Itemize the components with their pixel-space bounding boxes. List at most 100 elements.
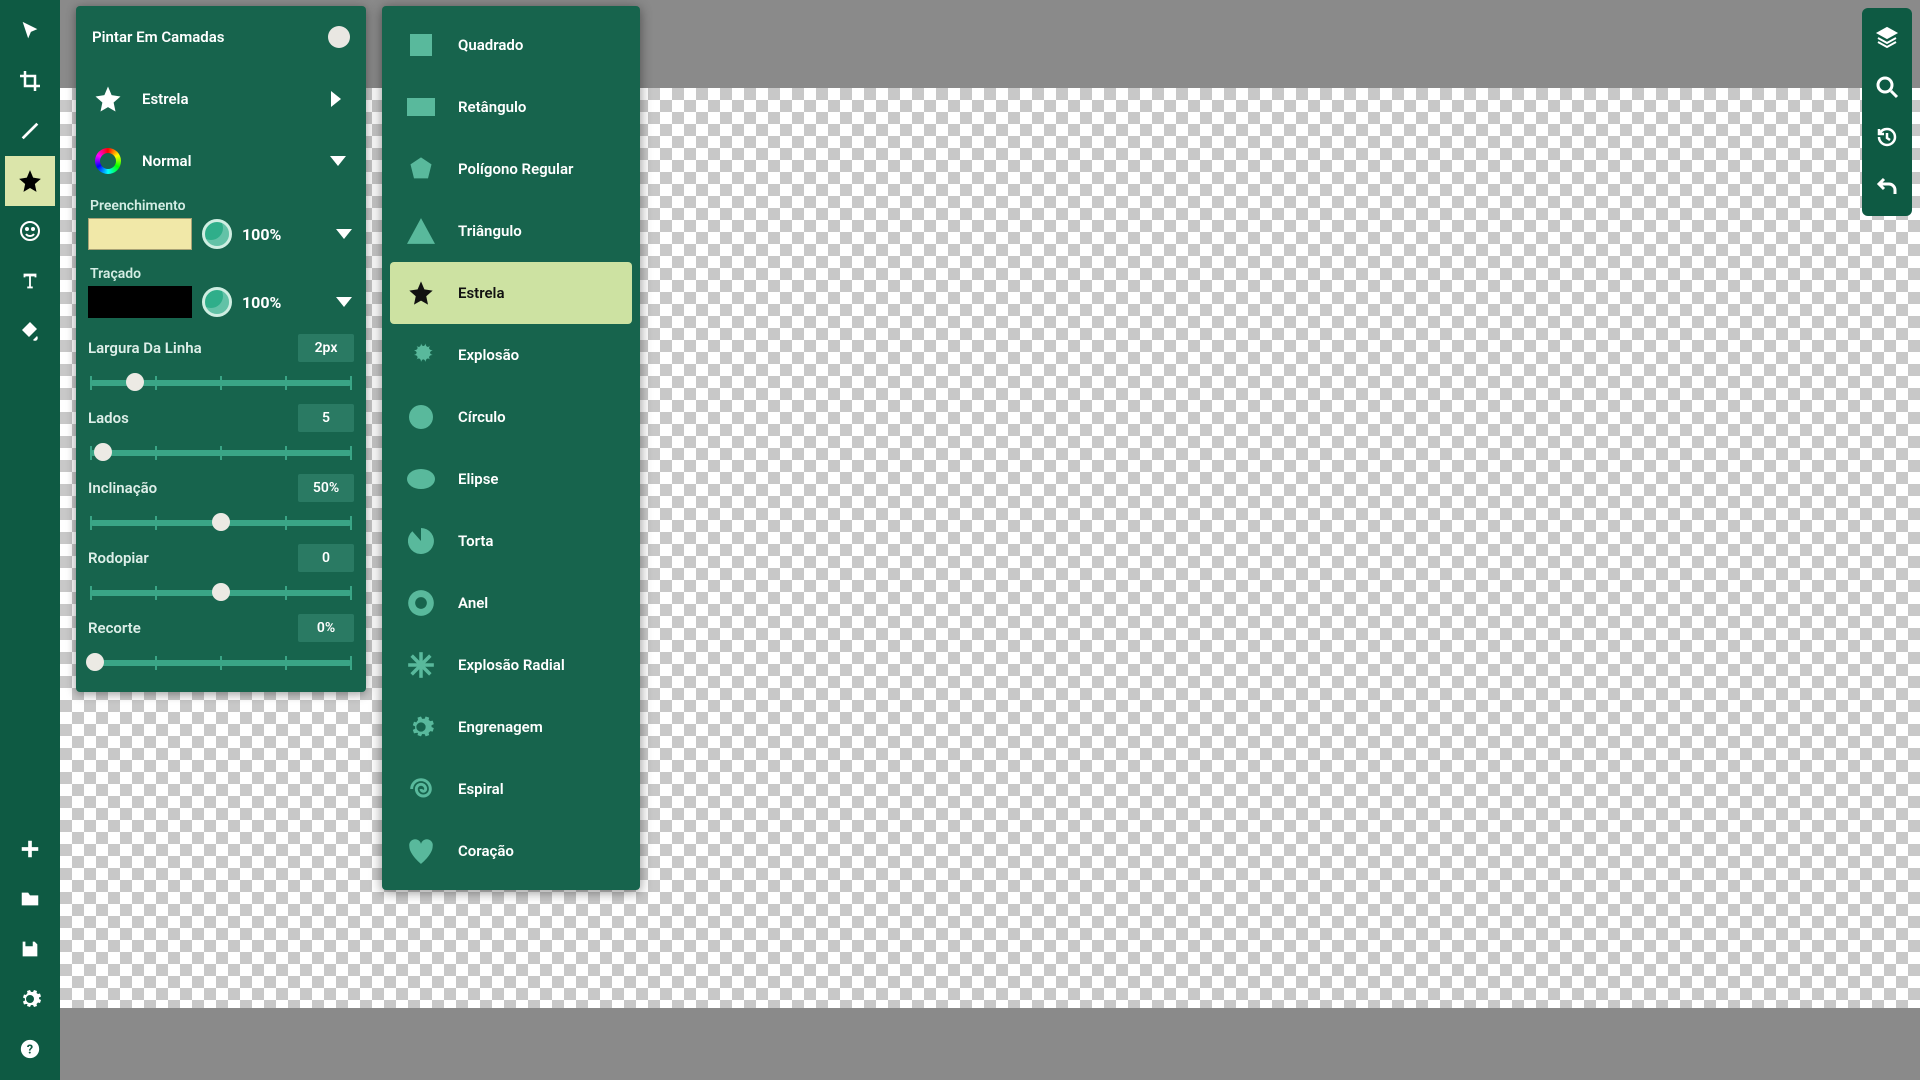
param-label: Recorte (88, 619, 141, 637)
paint-in-layers-label: Pintar Em Camadas (92, 28, 328, 46)
param-slider[interactable] (90, 518, 352, 528)
gear-icon (406, 712, 436, 742)
param-slider[interactable] (90, 588, 352, 598)
tool-folder[interactable] (5, 874, 55, 924)
circle-icon (406, 402, 436, 432)
shape-item-label: Elipse (458, 470, 498, 488)
svg-text:?: ? (27, 1043, 33, 1058)
param-value[interactable]: 0% (298, 614, 354, 642)
tool-emoji[interactable] (5, 206, 55, 256)
opacity-icon[interactable] (202, 219, 232, 249)
chevron-right-icon (330, 91, 350, 107)
param-label: Lados (88, 409, 129, 427)
shape-item-heart[interactable]: Coração (390, 820, 632, 882)
tool-settings[interactable] (5, 974, 55, 1024)
shape-item-label: Explosão (458, 346, 519, 364)
shape-item-label: Polígono Regular (458, 160, 573, 178)
shape-item-radial[interactable]: Explosão Radial (390, 634, 632, 696)
pie-icon (406, 526, 436, 556)
shape-item-pie[interactable]: Torta (390, 510, 632, 572)
param-value[interactable]: 2px (298, 334, 354, 362)
stroke-title: Traçado (88, 262, 354, 284)
shape-item-label: Engrenagem (458, 718, 543, 736)
shape-item-label: Torta (458, 532, 493, 550)
heart-icon (406, 836, 436, 866)
shape-item-label: Explosão Radial (458, 656, 565, 674)
param-value[interactable]: 5 (298, 404, 354, 432)
shape-item-square[interactable]: Quadrado (390, 14, 632, 76)
blend-mode-row[interactable]: Normal (76, 130, 366, 192)
ring-icon (406, 588, 436, 618)
shape-item-label: Retângulo (458, 98, 526, 116)
param-4: Recorte 0% (76, 608, 366, 668)
param-slider[interactable] (90, 378, 352, 388)
shape-item-gear[interactable]: Engrenagem (390, 696, 632, 758)
stroke-opacity-value: 100% (242, 293, 281, 312)
star-icon (92, 83, 124, 115)
tool-options-panel: Pintar Em Camadas Estrela Normal Preench… (76, 6, 366, 692)
rect-icon (406, 92, 436, 122)
tool-pointer[interactable] (5, 6, 55, 56)
shape-picker-row[interactable]: Estrela (76, 68, 366, 130)
zoom-button[interactable] (1862, 62, 1912, 112)
chevron-down-icon[interactable] (336, 297, 352, 307)
tool-save[interactable] (5, 924, 55, 974)
tool-text[interactable] (5, 256, 55, 306)
param-value[interactable]: 50% (298, 474, 354, 502)
rgb-icon (92, 145, 124, 177)
shape-item-star[interactable]: Estrela (390, 262, 632, 324)
param-0: Largura Da Linha 2px (76, 328, 366, 388)
chevron-down-icon (330, 156, 350, 166)
param-value[interactable]: 0 (298, 544, 354, 572)
shape-item-burst[interactable]: Explosão (390, 324, 632, 386)
tool-shape[interactable] (5, 156, 55, 206)
fill-swatch[interactable] (88, 218, 192, 250)
stroke-swatch[interactable] (88, 286, 192, 318)
param-label: Inclinação (88, 479, 157, 497)
param-2: Inclinação 50% (76, 468, 366, 528)
shape-item-label: Quadrado (458, 36, 523, 54)
param-slider[interactable] (90, 448, 352, 458)
left-toolbar: ? (0, 0, 60, 1080)
ellipse-icon (406, 464, 436, 494)
toggle-paint-in-layers[interactable]: Pintar Em Camadas (76, 6, 366, 68)
fill-section: Preenchimento 100% (76, 192, 366, 260)
param-label: Largura Da Linha (88, 339, 202, 357)
param-slider[interactable] (90, 658, 352, 668)
shape-item-rect[interactable]: Retângulo (390, 76, 632, 138)
triangle-icon (406, 216, 436, 246)
shape-item-spiral[interactable]: Espiral (390, 758, 632, 820)
undo-button[interactable] (1862, 162, 1912, 212)
star-icon (406, 278, 436, 308)
shape-item-circle[interactable]: Círculo (390, 386, 632, 448)
shape-item-label: Coração (458, 842, 514, 860)
shape-item-label: Espiral (458, 780, 504, 798)
opacity-icon[interactable] (202, 287, 232, 317)
tool-help[interactable]: ? (5, 1024, 55, 1074)
shape-item-triangle[interactable]: Triângulo (390, 200, 632, 262)
stroke-section: Traçado 100% (76, 260, 366, 328)
toggle-indicator-icon (328, 26, 350, 48)
history-button[interactable] (1862, 112, 1912, 162)
burst-icon (406, 340, 436, 370)
blend-mode-label: Normal (142, 152, 330, 170)
param-3: Rodopiar 0 (76, 538, 366, 598)
layers-button[interactable] (1862, 12, 1912, 62)
param-label: Rodopiar (88, 549, 149, 567)
shape-item-ring[interactable]: Anel (390, 572, 632, 634)
shape-list-flyout: Quadrado Retângulo Polígono Regular Triângu… (382, 6, 640, 890)
spiral-icon (406, 774, 436, 804)
right-toolbar (1862, 8, 1912, 216)
tool-add[interactable] (5, 824, 55, 874)
shape-item-ellipse[interactable]: Elipse (390, 448, 632, 510)
tool-fill[interactable] (5, 306, 55, 356)
square-icon (406, 30, 436, 60)
tool-line[interactable] (5, 106, 55, 156)
shape-item-label: Círculo (458, 408, 506, 426)
chevron-down-icon[interactable] (336, 229, 352, 239)
shape-name-label: Estrela (142, 90, 330, 108)
polygon-icon (406, 154, 436, 184)
shape-item-polygon[interactable]: Polígono Regular (390, 138, 632, 200)
left-toolbar-bottom: ? (0, 824, 60, 1074)
tool-crop[interactable] (5, 56, 55, 106)
